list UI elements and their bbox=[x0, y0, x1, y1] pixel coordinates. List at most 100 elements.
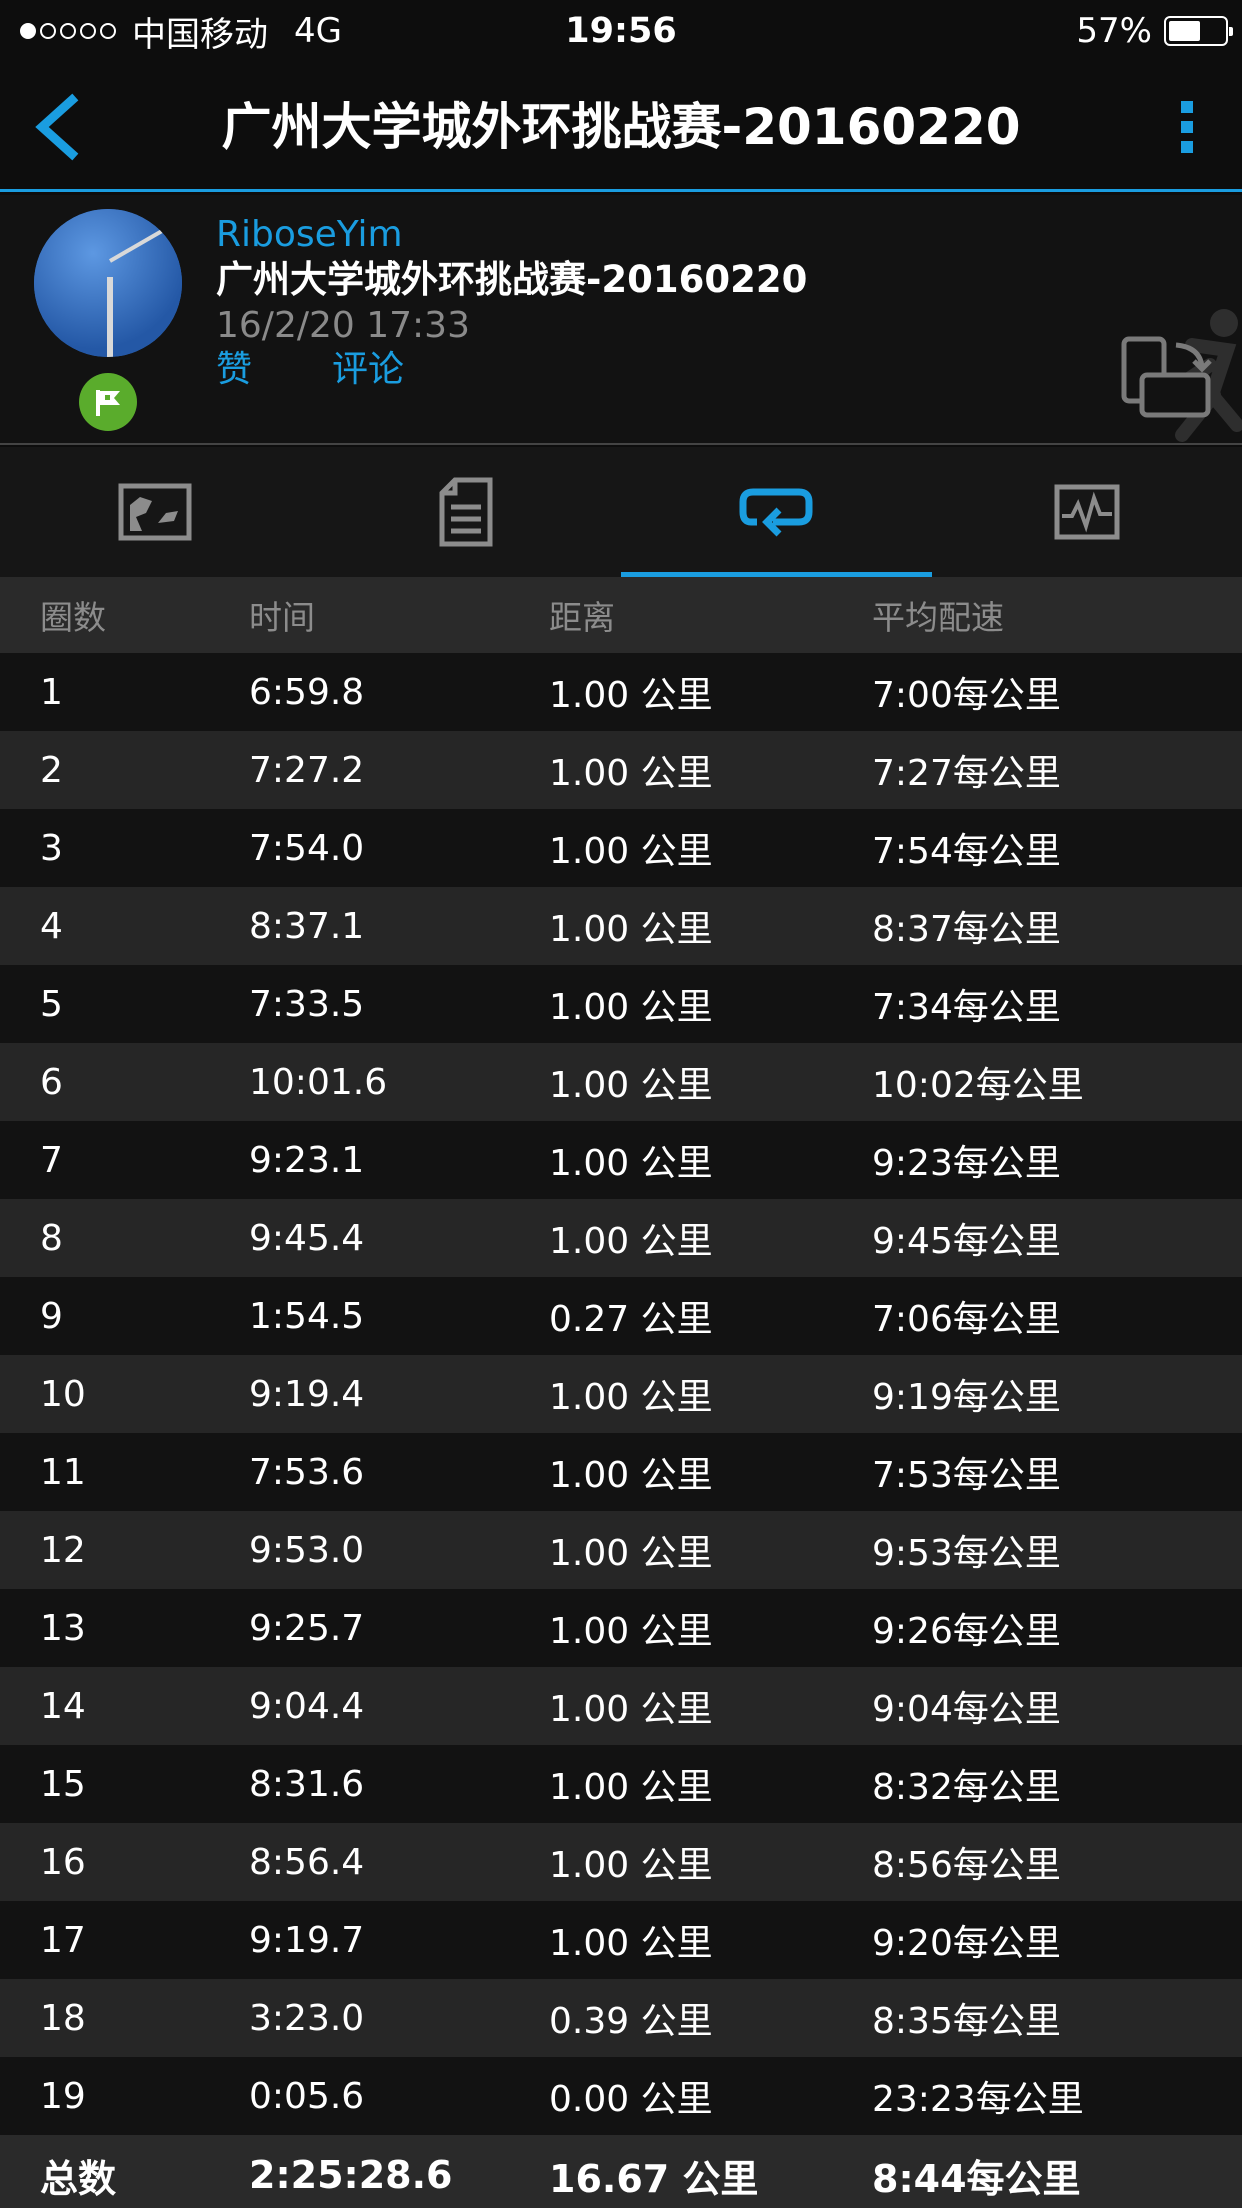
activity-header: RiboseYim 广州大学城外环挑战赛-20160220 16/2/20 17… bbox=[0, 195, 1242, 445]
lap-time: 0:05.6 bbox=[249, 2075, 365, 2117]
total-label: 总数 bbox=[40, 2156, 117, 2201]
table-row[interactable]: 13 9:25.7 1.00 公里 9:26每公里 bbox=[0, 1589, 1242, 1667]
table-row[interactable]: 2 7:27.2 1.00 公里 7:27每公里 bbox=[0, 731, 1242, 809]
tab-laps[interactable] bbox=[621, 447, 932, 577]
status-time: 19:56 bbox=[565, 11, 677, 51]
lap-time: 8:31.6 bbox=[249, 1763, 365, 1805]
lap-avg-pace: 23:23每公里 bbox=[872, 2079, 1084, 2120]
lap-distance: 1.00 公里 bbox=[549, 753, 713, 794]
lap-distance: 1.00 公里 bbox=[549, 1377, 713, 1418]
page-title: 广州大学城外环挑战赛-20160220 bbox=[221, 98, 1021, 156]
lap-time: 7:33.5 bbox=[249, 983, 365, 1025]
lap-number: 9 bbox=[40, 1295, 63, 1337]
lap-number: 2 bbox=[40, 749, 63, 791]
total-distance: 16.67 公里 bbox=[549, 2156, 759, 2201]
more-options-button[interactable] bbox=[1172, 92, 1202, 162]
lap-time: 6:59.8 bbox=[249, 671, 365, 713]
lap-distance: 0.39 公里 bbox=[549, 2001, 713, 2042]
lap-time: 9:19.7 bbox=[249, 1919, 365, 1961]
lap-time: 9:45.4 bbox=[249, 1217, 365, 1259]
lap-distance: 0.00 公里 bbox=[549, 2079, 713, 2120]
lap-avg-pace: 9:20每公里 bbox=[872, 1923, 1061, 1964]
table-row[interactable]: 7 9:23.1 1.00 公里 9:23每公里 bbox=[0, 1121, 1242, 1199]
table-row[interactable]: 11 7:53.6 1.00 公里 7:53每公里 bbox=[0, 1433, 1242, 1511]
lap-time: 8:56.4 bbox=[249, 1841, 365, 1883]
lap-number: 14 bbox=[40, 1685, 86, 1727]
battery-icon bbox=[1164, 16, 1233, 46]
lap-distance: 1.00 公里 bbox=[549, 675, 713, 716]
lap-number: 8 bbox=[40, 1217, 63, 1259]
lap-avg-pace: 7:34每公里 bbox=[872, 987, 1061, 1028]
tab-charts[interactable] bbox=[932, 447, 1242, 577]
table-header: 圈数 时间 距离 平均配速 bbox=[0, 577, 1242, 653]
lap-avg-pace: 8:56每公里 bbox=[872, 1845, 1061, 1886]
lap-time: 3:23.0 bbox=[249, 1997, 365, 2039]
lap-time: 7:54.0 bbox=[249, 827, 365, 869]
lap-avg-pace: 9:53每公里 bbox=[872, 1533, 1061, 1574]
table-row[interactable]: 19 0:05.6 0.00 公里 23:23每公里 bbox=[0, 2057, 1242, 2135]
lap-number: 11 bbox=[40, 1451, 86, 1493]
like-button[interactable]: 赞 bbox=[216, 347, 252, 393]
lap-distance: 1.00 公里 bbox=[549, 1767, 713, 1808]
activity-title: 广州大学城外环挑战赛-20160220 bbox=[216, 258, 808, 301]
lap-distance: 1.00 公里 bbox=[549, 987, 713, 1028]
tab-details[interactable] bbox=[311, 447, 622, 577]
comment-button[interactable]: 评论 bbox=[332, 347, 404, 393]
lap-time: 9:25.7 bbox=[249, 1607, 365, 1649]
table-row[interactable]: 16 8:56.4 1.00 公里 8:56每公里 bbox=[0, 1823, 1242, 1901]
table-row[interactable]: 15 8:31.6 1.00 公里 8:32每公里 bbox=[0, 1745, 1242, 1823]
table-row[interactable]: 17 9:19.7 1.00 公里 9:20每公里 bbox=[0, 1901, 1242, 1979]
lap-distance: 1.00 公里 bbox=[549, 1611, 713, 1652]
lap-avg-pace: 10:02每公里 bbox=[872, 1065, 1084, 1106]
lap-distance: 1.00 公里 bbox=[549, 909, 713, 950]
lap-avg-pace: 7:06每公里 bbox=[872, 1299, 1061, 1340]
table-row[interactable]: 14 9:04.4 1.00 公里 9:04每公里 bbox=[0, 1667, 1242, 1745]
lap-distance: 1.00 公里 bbox=[549, 1533, 713, 1574]
lap-time: 9:19.4 bbox=[249, 1373, 365, 1415]
lap-number: 6 bbox=[40, 1061, 63, 1103]
lap-number: 1 bbox=[40, 671, 63, 713]
lap-number: 18 bbox=[40, 1997, 86, 2039]
table-row[interactable]: 12 9:53.0 1.00 公里 9:53每公里 bbox=[0, 1511, 1242, 1589]
lap-number: 16 bbox=[40, 1841, 86, 1883]
table-row[interactable]: 4 8:37.1 1.00 公里 8:37每公里 bbox=[0, 887, 1242, 965]
laps-icon bbox=[739, 488, 813, 537]
lap-time: 8:37.1 bbox=[249, 905, 365, 947]
lap-number: 15 bbox=[40, 1763, 86, 1805]
lap-number: 10 bbox=[40, 1373, 86, 1415]
header-time: 时间 bbox=[249, 598, 315, 637]
rotate-screen-button[interactable] bbox=[1120, 335, 1216, 419]
lap-distance: 1.00 公里 bbox=[549, 1923, 713, 1964]
lap-avg-pace: 7:27每公里 bbox=[872, 753, 1061, 794]
tab-map[interactable] bbox=[0, 447, 311, 577]
table-row[interactable]: 5 7:33.5 1.00 公里 7:34每公里 bbox=[0, 965, 1242, 1043]
laps-table: 圈数 时间 距离 平均配速 1 6:59.8 1.00 公里 7:00每公里 2 7:27… bbox=[0, 577, 1242, 2208]
battery-percent: 57% bbox=[1076, 11, 1152, 51]
lap-number: 12 bbox=[40, 1529, 86, 1571]
flag-icon bbox=[79, 373, 137, 431]
user-name-link[interactable]: RiboseYim bbox=[216, 213, 403, 257]
table-row[interactable]: 10 9:19.4 1.00 公里 9:19每公里 bbox=[0, 1355, 1242, 1433]
lap-number: 4 bbox=[40, 905, 63, 947]
table-row[interactable]: 1 6:59.8 1.00 公里 7:00每公里 bbox=[0, 653, 1242, 731]
header-distance: 距离 bbox=[549, 598, 615, 637]
lap-avg-pace: 7:53每公里 bbox=[872, 1455, 1061, 1496]
lap-time: 9:53.0 bbox=[249, 1529, 365, 1571]
details-icon bbox=[439, 477, 493, 547]
chart-icon bbox=[1054, 484, 1120, 540]
table-row[interactable]: 6 10:01.6 1.00 公里 10:02每公里 bbox=[0, 1043, 1242, 1121]
table-row[interactable]: 8 9:45.4 1.00 公里 9:45每公里 bbox=[0, 1199, 1242, 1277]
lap-distance: 1.00 公里 bbox=[549, 1143, 713, 1184]
table-row[interactable]: 18 3:23.0 0.39 公里 8:35每公里 bbox=[0, 1979, 1242, 2057]
avatar[interactable] bbox=[34, 209, 182, 357]
lap-distance: 1.00 公里 bbox=[549, 1221, 713, 1262]
lap-distance: 1.00 公里 bbox=[549, 1065, 713, 1106]
lap-avg-pace: 8:37每公里 bbox=[872, 909, 1061, 950]
back-button[interactable] bbox=[30, 92, 90, 162]
activity-date: 16/2/20 17:33 bbox=[216, 305, 470, 346]
lap-avg-pace: 9:26每公里 bbox=[872, 1611, 1061, 1652]
table-row[interactable]: 9 1:54.5 0.27 公里 7:06每公里 bbox=[0, 1277, 1242, 1355]
vertical-dots-icon bbox=[1181, 101, 1193, 113]
table-row[interactable]: 3 7:54.0 1.00 公里 7:54每公里 bbox=[0, 809, 1242, 887]
header-avg-pace: 平均配速 bbox=[872, 598, 1004, 637]
